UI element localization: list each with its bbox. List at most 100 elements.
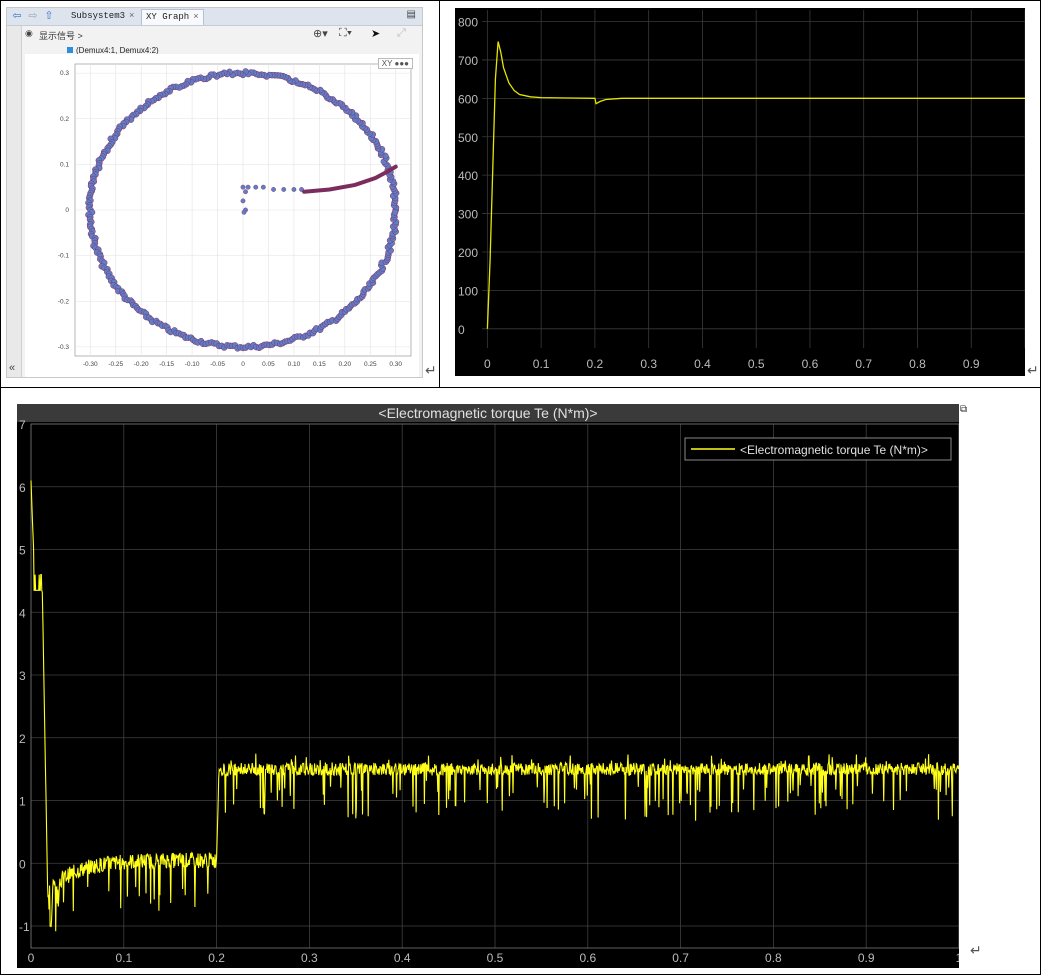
legend-swatch [67, 47, 73, 53]
y-tick-label: 0 [19, 857, 26, 871]
x-tick-label: 0.6 [579, 951, 596, 965]
return-glyph: ↵ [425, 362, 437, 378]
y-tick-label: 6 [19, 481, 26, 495]
x-tick-label: -0.15 [159, 361, 174, 368]
restore-icon[interactable]: ⧉ [960, 404, 967, 415]
fit-icon[interactable]: ⛶▾ [339, 27, 352, 40]
x-tick-label: 0.6 [802, 357, 819, 371]
left-panel-strip: « [7, 26, 22, 377]
y-tick-label: 2 [19, 732, 26, 746]
x-tick-label: 0.20 [338, 361, 351, 368]
x-tick-label: 0.2 [208, 951, 225, 965]
y-tick-label: 0.1 [60, 161, 69, 168]
up-arrow-icon[interactable]: ⇧ [43, 10, 55, 22]
x-tick-label: 0.3 [640, 357, 657, 371]
x-tick-label: 0.25 [364, 361, 377, 368]
y-tick-label: 0.3 [60, 70, 69, 77]
x-tick-label: 0.5 [487, 951, 504, 965]
y-tick-label: 600 [458, 92, 478, 106]
y-tick-label: 5 [19, 544, 26, 558]
back-arrow-icon[interactable]: ⇦ [11, 10, 23, 22]
pointer-icon[interactable]: ➤ [371, 27, 380, 40]
x-tick-label: 0 [28, 951, 35, 965]
x-tick-label: 0.7 [672, 951, 689, 965]
x-tick-label: 0.1 [115, 951, 132, 965]
return-glyph: ↵ [1027, 362, 1039, 378]
scatter-point [241, 209, 247, 215]
x-tick-label: 0.9 [963, 357, 980, 371]
show-signals-link[interactable]: 显示信号 > [39, 29, 83, 42]
xy-plot-area: XY ●●● -0.30 -0.25 -0.20 -0.15 -0.10 -0.05 0 0.… [25, 54, 419, 377]
x-tick-label: -0.25 [108, 361, 123, 368]
x-tick-label: 0.5 [748, 357, 765, 371]
tab-bar: ⇦ ⇨ ⇧ Subsystem3 × XY Graph × ▤ [7, 8, 422, 26]
x-tick-label: 0.30 [389, 361, 402, 368]
close-icon[interactable]: × [129, 11, 134, 21]
collapse-icon[interactable]: « [9, 362, 15, 374]
scatter-point [240, 184, 246, 190]
y-tick-label: 700 [458, 54, 478, 68]
y-tick-label: -0.1 [58, 253, 70, 260]
y-tick-label: 500 [458, 131, 478, 145]
tab-label: Subsystem3 [71, 11, 126, 21]
y-tick-label: 0.2 [60, 116, 69, 123]
plot-toolbar: ◉ 显示信号 > ⊕▾ ⛶▾ ➤ ⤢ [7, 26, 422, 44]
y-tick-label: 7 [19, 418, 26, 432]
tab-label: XY Graph [146, 12, 190, 22]
y-tick-label: 1 [19, 795, 26, 809]
y-tick-label: 200 [458, 246, 478, 260]
y-tick-label: 3 [19, 669, 26, 683]
x-tick-label: 0.2 [587, 357, 604, 371]
y-tick-label: 400 [458, 169, 478, 183]
tab-xy-graph[interactable]: XY Graph × [141, 9, 204, 25]
forward-arrow-icon[interactable]: ⇨ [27, 10, 39, 22]
torque-plot-svg: <Electromagnetic torque Te (N*m)> 0 0.1 0.2… [17, 404, 959, 968]
y-tick-label: 4 [19, 606, 26, 620]
x-tick-label: -0.05 [210, 361, 225, 368]
x-tick-label: -0.20 [134, 361, 149, 368]
zoom-icon[interactable]: ⊕▾ [313, 27, 328, 40]
y-tick-label: 0 [458, 323, 465, 337]
x-tick-label: 0 [241, 361, 245, 368]
menu-icon[interactable]: ▤ [407, 9, 416, 20]
y-tick-label: 0 [65, 207, 69, 214]
xy-graph-window: ⇦ ⇨ ⇧ Subsystem3 × XY Graph × ▤ « ◉ 显示信号 >… [6, 7, 423, 378]
expand-icon[interactable]: ⤢ [397, 27, 406, 40]
x-tick-label: -0.10 [185, 361, 200, 368]
x-tick-label: 1 [956, 951, 959, 965]
x-tick-label: 0.4 [394, 951, 411, 965]
x-tick-label: 0.3 [301, 951, 318, 965]
x-tick-label: 0 [484, 357, 491, 371]
scatter-point [271, 187, 276, 192]
close-icon[interactable]: × [193, 12, 198, 22]
y-tick-label: 300 [458, 208, 478, 222]
chart-title: <Electromagnetic torque Te (N*m)> [378, 405, 597, 421]
speed-plot-svg: 0 0.1 0.2 0.3 0.4 0.5 0.6 0.7 0.8 0.9 800 700 600 500… [455, 8, 1025, 376]
x-tick-label: 0.8 [765, 951, 782, 965]
legend-label: <Electromagnetic torque Te (N*m)> [740, 443, 928, 457]
x-tick-label: 0.1 [533, 357, 550, 371]
y-tick-label: 800 [458, 16, 478, 30]
torque-scope: <Electromagnetic torque Te (N*m)> 0 0.1 0.2… [17, 404, 959, 968]
x-tick-label: 0.8 [909, 357, 926, 371]
x-tick-label: 0.15 [313, 361, 326, 368]
return-glyph: ↵ [970, 942, 982, 958]
scatter-point [245, 184, 251, 190]
speed-scope: 0 0.1 0.2 0.3 0.4 0.5 0.6 0.7 0.8 0.9 800 700 600 500… [455, 8, 1025, 376]
x-tick-label: -0.30 [83, 361, 98, 368]
x-tick-label: 0.4 [694, 357, 711, 371]
y-tick-label: -0.3 [58, 344, 70, 351]
xy-plot-svg: -0.30 -0.25 -0.20 -0.15 -0.10 -0.05 0 0.05 0.10 0… [58, 63, 412, 368]
scatter-point [253, 184, 259, 190]
y-tick-label: 100 [458, 284, 478, 298]
xy-tag-button[interactable]: XY ●●● [377, 58, 413, 69]
x-tick-label: 0.7 [855, 357, 872, 371]
chart-legend: <Electromagnetic torque Te (N*m)> [684, 437, 952, 461]
x-tick-label: 0.05 [262, 361, 275, 368]
scatter-point [391, 209, 399, 216]
x-tick-label: 0.10 [288, 361, 301, 368]
signal-dot-icon: ◉ [25, 28, 33, 38]
scatter-point [240, 198, 246, 204]
tab-subsystem3[interactable]: Subsystem3 × [67, 9, 138, 24]
y-tick-label: -0.2 [58, 298, 70, 305]
